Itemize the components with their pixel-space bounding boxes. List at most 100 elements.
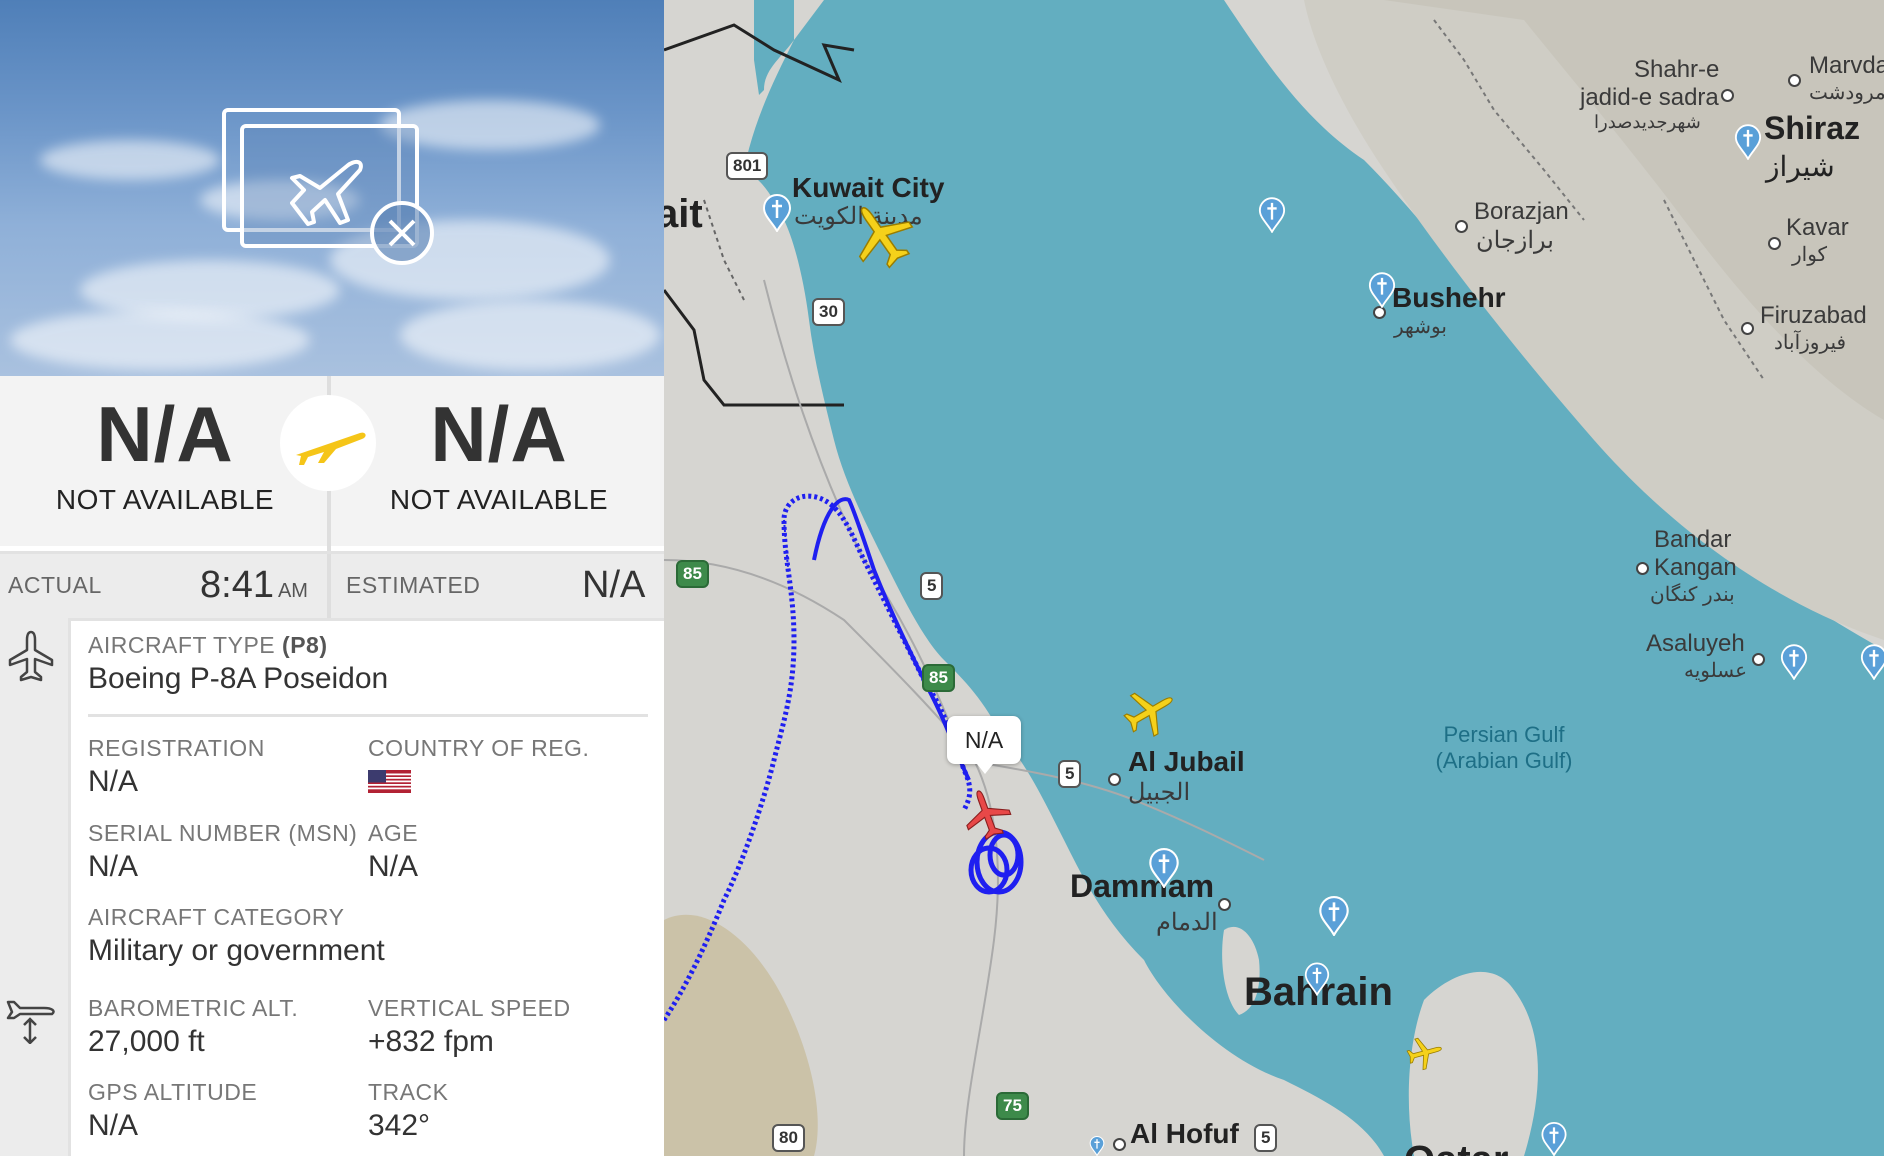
country-label: COUNTRY OF REG. bbox=[368, 735, 590, 761]
actual-label: ACTUAL bbox=[8, 572, 102, 598]
city-marker bbox=[1768, 237, 1781, 250]
road-shield-5c: 5 bbox=[1254, 1124, 1278, 1152]
map-label-asaluyeh-ar: عسلویه bbox=[1684, 660, 1748, 682]
map-label-qatar: Qatar bbox=[1404, 1138, 1509, 1156]
road-shield-5b: 5 bbox=[1058, 760, 1082, 788]
map-label-bushehr: Bushehr bbox=[1392, 282, 1506, 313]
airport-pin-icon[interactable] bbox=[1538, 1122, 1570, 1156]
registration-value: N/A bbox=[88, 765, 139, 798]
track-label: TRACK bbox=[368, 1079, 449, 1105]
actual-ampm: AM bbox=[277, 580, 308, 602]
barometric-alt-label: BAROMETRIC ALT. bbox=[88, 995, 299, 1021]
selected-aircraft-callout[interactable]: N/A bbox=[947, 716, 1021, 774]
map-label-borazjan: Borazjan bbox=[1474, 198, 1569, 225]
serial-number-value: N/A bbox=[88, 850, 139, 883]
border-line bbox=[703, 199, 745, 301]
destination-name: NOT AVAILABLE bbox=[389, 484, 609, 515]
map-label-al-jubail-ar: الجبيل bbox=[1128, 779, 1191, 806]
aircraft-type-code: (P8) bbox=[282, 632, 328, 658]
map-label-al-hofuf: Al Hofuf bbox=[1130, 1118, 1239, 1149]
map-label-bandar: Bandar bbox=[1654, 526, 1732, 553]
airport-pin-icon[interactable] bbox=[1860, 644, 1884, 680]
aircraft-category-label: AIRCRAFT CATEGORY bbox=[88, 904, 345, 930]
map-label-bushehr-ar: بوشهر bbox=[1394, 316, 1447, 338]
times-row: ACTUAL 8:41 AM ESTIMATED N/A bbox=[0, 551, 664, 621]
road-shield-85b: 85 bbox=[922, 664, 955, 692]
airport-pin-icon[interactable] bbox=[1318, 896, 1350, 936]
times-divider bbox=[327, 554, 331, 618]
road-shield-801: 801 bbox=[726, 152, 769, 180]
vertical-speed-label: VERTICAL SPEED bbox=[368, 995, 571, 1021]
aircraft-type-value: Boeing P-8A Poseidon bbox=[88, 662, 389, 695]
map-label-kuwait: ait bbox=[664, 192, 703, 236]
aircraft-icon bbox=[8, 630, 54, 682]
gps-altitude-value: N/A bbox=[88, 1109, 139, 1142]
vertical-speed-value: +832 fpm bbox=[368, 1025, 494, 1058]
map-label-sea: Persian Gulf (Arabian Gulf) bbox=[1408, 722, 1600, 774]
map-label-sea-line1: Persian Gulf bbox=[1443, 722, 1565, 747]
city-marker bbox=[1721, 89, 1734, 102]
desert-area bbox=[664, 914, 818, 1156]
flight-info-panel: N/A NOT AVAILABLE N/A NOT AVAILABLE ACTU… bbox=[0, 0, 664, 1156]
airport-pin-icon[interactable] bbox=[1258, 197, 1286, 233]
airport-pin-icon[interactable] bbox=[1148, 848, 1180, 888]
aircraft-photo-placeholder bbox=[0, 0, 664, 376]
city-marker bbox=[1455, 220, 1468, 233]
road-shield-85: 85 bbox=[676, 560, 709, 588]
map-label-marvdasht: Marvda bbox=[1809, 52, 1884, 79]
map-label-shahr-e: Shahr-e bbox=[1634, 56, 1720, 83]
airplane-icon bbox=[296, 432, 366, 465]
city-marker bbox=[1752, 653, 1765, 666]
airport-pin-icon[interactable] bbox=[762, 194, 792, 232]
map-label-dammam: Dammam bbox=[1070, 868, 1215, 904]
road-shield-80: 80 bbox=[772, 1124, 805, 1152]
age-label: AGE bbox=[368, 820, 419, 846]
destination-code: N/A bbox=[430, 390, 568, 478]
actual-time: 8:41 AM bbox=[200, 564, 308, 607]
map-label-asaluyeh: Asaluyeh bbox=[1646, 630, 1745, 657]
map-label-dammam-ar: الدمام bbox=[1156, 909, 1218, 936]
route-plane-badge bbox=[280, 395, 376, 491]
details-icon-column bbox=[0, 618, 71, 1156]
airport-pin-icon[interactable] bbox=[1780, 644, 1808, 680]
map-label-jadid-ar: شهرجدیدصدرا bbox=[1594, 112, 1701, 132]
map-label-kuwait-city: Kuwait City bbox=[792, 172, 945, 203]
us-flag-icon bbox=[368, 770, 411, 793]
map-label-marvdasht-ar: مرودشت bbox=[1809, 82, 1884, 104]
map-label-kavar-ar: کوار bbox=[1792, 244, 1828, 266]
age-value: N/A bbox=[368, 850, 419, 883]
estimated-label: ESTIMATED bbox=[346, 572, 481, 598]
altitude-icon bbox=[6, 1000, 55, 1044]
city-marker bbox=[1636, 562, 1649, 575]
map-label-kangan-ar: بندر کنگان bbox=[1650, 584, 1735, 606]
road-shield-30: 30 bbox=[812, 298, 845, 326]
registration-label: REGISTRATION bbox=[88, 735, 265, 761]
map-label-jadid-e-sadra: jadid-e sadra bbox=[1580, 84, 1719, 111]
actual-time-value: 8:41 bbox=[200, 564, 274, 606]
map-label-firuzabad-ar: فیروزآباد bbox=[1774, 332, 1847, 354]
flight-map[interactable]: ait Kuwait City مدينة الكويت Shahr-e jad… bbox=[664, 0, 1884, 1156]
details-separator bbox=[88, 714, 648, 717]
city-marker bbox=[1113, 1138, 1126, 1151]
map-label-firuzabad: Firuzabad bbox=[1760, 302, 1867, 329]
airport-pin-icon[interactable] bbox=[1086, 1136, 1108, 1156]
serial-number-label: SERIAL NUMBER (MSN) bbox=[88, 820, 358, 846]
airport-pin-icon[interactable] bbox=[1304, 962, 1330, 996]
aircraft-type-label-text: AIRCRAFT TYPE bbox=[88, 632, 276, 658]
map-label-borazjan-ar: برازجان bbox=[1476, 227, 1554, 254]
track-value: 342° bbox=[368, 1109, 431, 1142]
destination-airport[interactable]: N/A NOT AVAILABLE bbox=[334, 376, 664, 546]
barometric-alt-value: 27,000 ft bbox=[88, 1025, 205, 1058]
map-label-shiraz: Shiraz bbox=[1764, 110, 1861, 146]
airport-pin-icon[interactable] bbox=[1368, 272, 1396, 308]
city-marker bbox=[1108, 773, 1121, 786]
road-shield-5: 5 bbox=[920, 572, 944, 600]
map-label-shiraz-ar: شیراز bbox=[1766, 151, 1835, 182]
city-marker bbox=[1741, 322, 1754, 335]
map-label-al-jubail: Al Jubail bbox=[1128, 746, 1245, 777]
map-label-kangan: Kangan bbox=[1654, 554, 1737, 581]
city-marker bbox=[1218, 898, 1231, 911]
airport-pin-icon[interactable] bbox=[1734, 124, 1762, 160]
aircraft-type-label: AIRCRAFT TYPE (P8) bbox=[88, 632, 327, 659]
estimated-time: N/A bbox=[582, 564, 646, 606]
